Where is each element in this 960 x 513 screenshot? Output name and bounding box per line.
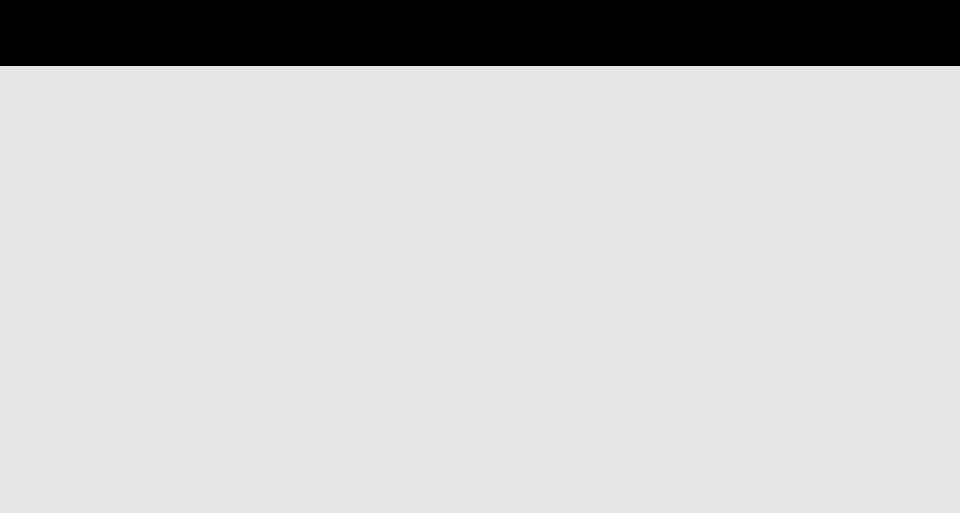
category-grid	[0, 66, 960, 513]
color-stripe-top	[266, 38, 694, 48]
color-stripe-bottom	[266, 52, 694, 62]
page-header	[0, 0, 960, 66]
